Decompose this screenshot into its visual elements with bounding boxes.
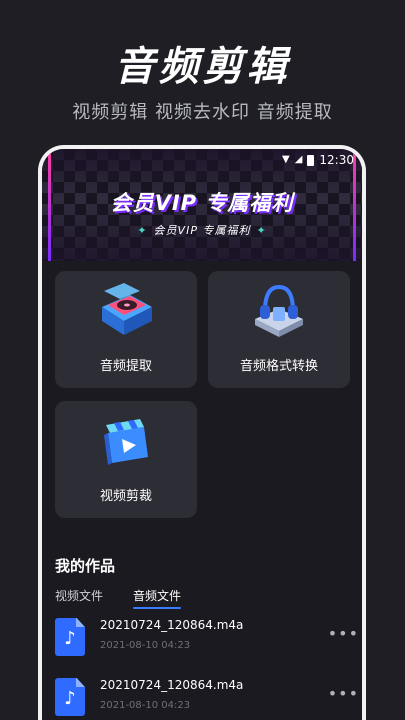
- audio-file-icon: ♪: [55, 618, 85, 656]
- more-options-icon[interactable]: •••: [328, 624, 359, 643]
- list-item[interactable]: ♪ 20210724_120864.m4a 2021-08-10 04:23 •…: [55, 616, 358, 662]
- tool-card-audio-extract[interactable]: 音频提取: [55, 271, 197, 388]
- hero-title: 音频剪辑: [114, 44, 291, 90]
- battery-icon: [307, 154, 315, 166]
- my-works-title: 我的作品: [55, 557, 116, 575]
- file-name: 20210724_120864.m4a: [100, 618, 244, 632]
- status-bar: ▼ ◢ 12:30: [42, 149, 362, 171]
- signal-icon: ◢: [294, 154, 303, 165]
- wifi-icon: ▼: [282, 154, 290, 165]
- audio-file-icon: ♪: [55, 678, 85, 716]
- headphones-icon: [255, 284, 303, 337]
- tool-card-audio-convert[interactable]: 音频格式转换: [208, 271, 350, 388]
- vip-banner[interactable]: ▼ ◢ 12:30 会员VIP 专属福利 ✦ 会员VIP 专属福利 ✦: [42, 149, 362, 261]
- video-clapper-icon: [104, 419, 148, 465]
- tab-label: 视频文件: [55, 589, 104, 603]
- tool-card-video-trim[interactable]: 视频剪裁: [55, 401, 197, 518]
- list-item[interactable]: ♪ 20210724_120864.m4a 2021-08-10 04:23 •…: [55, 676, 358, 720]
- banner-subtitle: ✦ 会员VIP 专属福利 ✦: [42, 222, 362, 238]
- status-time: 12:30: [319, 153, 354, 167]
- tab-label: 音频文件: [133, 589, 182, 603]
- more-options-icon[interactable]: •••: [328, 684, 359, 703]
- phone-frame: ▼ ◢ 12:30 会员VIP 专属福利 ✦ 会员VIP 专属福利 ✦ 音频提取: [38, 145, 366, 720]
- file-date: 2021-08-10 04:23: [100, 640, 191, 651]
- active-tab-indicator: [133, 607, 182, 609]
- tab-audio-files[interactable]: 音频文件: [133, 587, 182, 609]
- tool-label: 音频格式转换: [239, 359, 318, 374]
- tab-video-files[interactable]: 视频文件: [55, 587, 103, 604]
- file-name: 20210724_120864.m4a: [100, 678, 244, 692]
- banner-title: 会员VIP 专属福利: [110, 191, 294, 215]
- file-date: 2021-08-10 04:23: [100, 700, 191, 711]
- sparkle-icon: ✦: [137, 224, 148, 237]
- sparkle-icon: ✦: [256, 224, 267, 237]
- banner-subtitle-text: 会员VIP 专属福利: [153, 224, 251, 237]
- hero-subtitle: 视频剪辑 视频去水印 音频提取: [72, 102, 333, 123]
- tool-label: 音频提取: [99, 359, 152, 374]
- tool-label: 视频剪裁: [99, 489, 152, 504]
- vinyl-player-icon: [102, 283, 152, 335]
